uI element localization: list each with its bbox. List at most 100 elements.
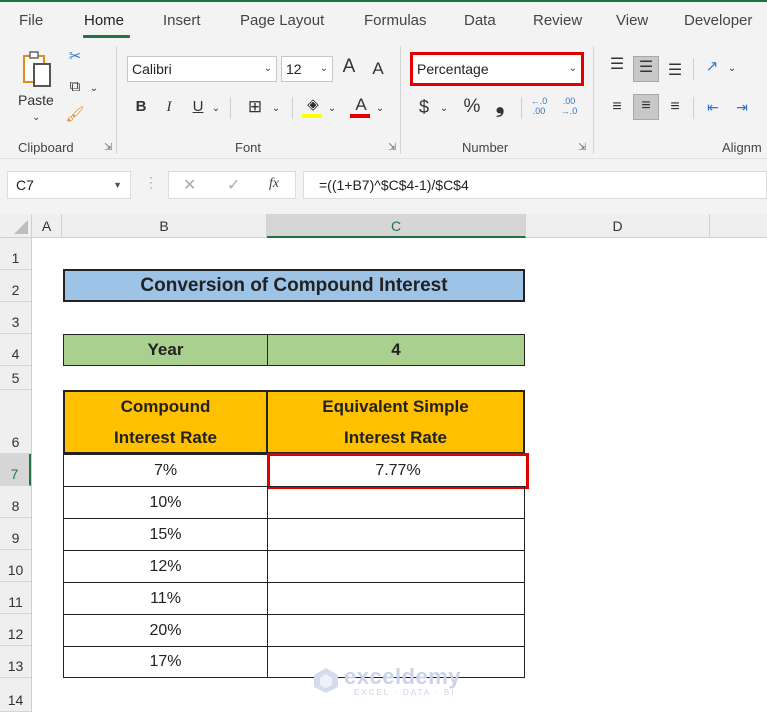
top-align-icon[interactable]: ☰ — [606, 54, 628, 76]
row-header[interactable]: 4 — [0, 334, 31, 366]
paste-button[interactable]: Paste ⌄ — [16, 48, 60, 126]
column-headers: A B C D — [0, 214, 767, 238]
header-cell-c6[interactable]: Equivalent Simple Interest Rate — [266, 390, 525, 454]
number-format-select[interactable]: Percentage ⌄ — [410, 52, 584, 86]
header-cell-b6[interactable]: Compound Interest Rate — [63, 390, 268, 454]
align-center-icon[interactable]: ≡ — [633, 94, 659, 120]
title-cell-b2[interactable]: Conversion of Compound Interest — [63, 269, 525, 302]
select-all-button[interactable] — [0, 214, 32, 238]
align-left-icon[interactable]: ≡ — [606, 96, 628, 118]
year-value-cell-c4[interactable]: 4 — [267, 334, 525, 366]
grow-font-icon[interactable]: A — [338, 56, 360, 78]
column-header-e[interactable] — [710, 214, 767, 238]
fill-color-icon[interactable]: ◈ — [302, 94, 324, 116]
currency-dropdown-icon[interactable]: ⌄ — [438, 98, 450, 120]
simple-rate-cell[interactable] — [267, 486, 525, 519]
row-header[interactable]: 1 — [0, 238, 31, 270]
tab-home[interactable]: Home — [84, 12, 124, 29]
insert-function-icon[interactable]: fx — [269, 176, 279, 192]
copy-dropdown-icon[interactable]: ⌄ — [88, 78, 100, 100]
compound-rate-cell[interactable]: 17% — [63, 646, 268, 678]
row-header[interactable]: 6 — [0, 390, 31, 454]
tab-view[interactable]: View — [616, 12, 648, 29]
orientation-icon[interactable]: ↗ — [700, 56, 724, 78]
name-box[interactable]: C7 ▼ — [7, 171, 131, 199]
font-color-dropdown-icon[interactable]: ⌄ — [374, 98, 386, 120]
currency-button[interactable]: $ — [414, 96, 434, 118]
simple-rate-cell[interactable] — [267, 582, 525, 615]
selected-cell-c7[interactable]: 7.77% — [267, 453, 529, 489]
borders-icon[interactable]: ⊞ — [244, 96, 266, 118]
decrease-indent-icon[interactable]: ⇤ — [702, 96, 724, 118]
row-header[interactable]: 14 — [0, 678, 31, 712]
clipboard-launcher-icon[interactable]: ⇲ — [104, 142, 112, 153]
row-header[interactable]: 5 — [0, 366, 31, 390]
increase-decimal-icon[interactable]: ←.0 .00 — [526, 96, 552, 116]
tab-insert[interactable]: Insert — [163, 12, 201, 29]
column-header-b[interactable]: B — [62, 214, 267, 238]
formula-input[interactable]: =((1+B7)^$C$4-1)/$C$4 — [303, 171, 767, 199]
simple-rate-cell[interactable] — [267, 614, 525, 647]
tab-file[interactable]: File — [19, 12, 43, 29]
tab-data[interactable]: Data — [464, 12, 496, 29]
compound-rate-cell[interactable]: 15% — [63, 518, 268, 551]
tab-formulas[interactable]: Formulas — [364, 12, 427, 29]
orientation-dropdown-icon[interactable]: ⌄ — [726, 58, 738, 80]
middle-align-icon[interactable]: ☰ — [633, 56, 659, 82]
cancel-icon[interactable]: ✕ — [183, 175, 196, 195]
row-header[interactable]: 2 — [0, 270, 31, 302]
simple-rate-cell[interactable] — [267, 550, 525, 583]
divider — [230, 97, 231, 119]
decrease-decimal-icon[interactable]: .00 →.0 — [556, 96, 582, 116]
name-box-dropdown-icon[interactable]: ▼ — [113, 172, 122, 198]
row-header[interactable]: 11 — [0, 582, 31, 614]
tab-page-layout[interactable]: Page Layout — [240, 12, 324, 29]
row-header-selected[interactable]: 7 — [0, 454, 31, 486]
simple-rate-cell[interactable] — [267, 518, 525, 551]
year-label-cell-b4[interactable]: Year — [63, 334, 268, 366]
formula-buttons: ✕ ✓ fx — [168, 171, 296, 199]
underline-button[interactable]: U — [188, 96, 208, 118]
cut-icon[interactable]: ✂ — [64, 46, 86, 68]
italic-button[interactable]: I — [159, 96, 179, 118]
compound-rate-cell[interactable]: 7% — [63, 454, 268, 487]
tab-review[interactable]: Review — [533, 12, 582, 29]
increase-indent-icon[interactable]: ⇥ — [731, 96, 753, 118]
watermark-tagline: EXCEL · DATA · BI — [354, 688, 456, 697]
font-launcher-icon[interactable]: ⇲ — [388, 142, 396, 153]
row-header[interactable]: 9 — [0, 518, 31, 550]
exceldemy-logo-icon — [314, 668, 338, 693]
compound-rate-cell[interactable]: 20% — [63, 614, 268, 647]
copy-icon[interactable]: ⧉ — [64, 76, 86, 98]
enter-icon[interactable]: ✓ — [227, 175, 240, 195]
header-c-line2: Interest Rate — [344, 428, 447, 447]
grip-icon[interactable]: ⋮ — [144, 174, 158, 191]
align-right-icon[interactable]: ≡ — [664, 96, 686, 118]
font-size-select[interactable]: 12 ⌄ — [281, 56, 333, 82]
paste-dropdown-icon[interactable]: ⌄ — [32, 112, 40, 123]
fill-color-dropdown-icon[interactable]: ⌄ — [326, 98, 338, 120]
bottom-align-icon[interactable]: ☰ — [664, 60, 686, 82]
row-header[interactable]: 10 — [0, 550, 31, 582]
underline-dropdown-icon[interactable]: ⌄ — [210, 98, 222, 120]
font-color-icon[interactable]: A — [350, 94, 372, 116]
column-header-a[interactable]: A — [32, 214, 62, 238]
bold-button[interactable]: B — [131, 96, 151, 118]
tab-developer[interactable]: Developer — [684, 12, 752, 29]
percent-style-button[interactable]: % — [460, 96, 484, 118]
row-header[interactable]: 3 — [0, 302, 31, 334]
shrink-font-icon[interactable]: A — [368, 58, 388, 80]
row-header[interactable]: 12 — [0, 614, 31, 646]
compound-rate-cell[interactable]: 10% — [63, 486, 268, 519]
borders-dropdown-icon[interactable]: ⌄ — [270, 98, 282, 120]
format-painter-icon[interactable]: 🖌 — [64, 104, 86, 126]
column-header-d[interactable]: D — [526, 214, 710, 238]
column-header-c[interactable]: C — [267, 214, 526, 238]
compound-rate-cell[interactable]: 11% — [63, 582, 268, 615]
number-launcher-icon[interactable]: ⇲ — [578, 142, 586, 153]
row-header[interactable]: 8 — [0, 486, 31, 518]
font-name-select[interactable]: Calibri ⌄ — [127, 56, 277, 82]
compound-rate-cell[interactable]: 12% — [63, 550, 268, 583]
comma-style-button[interactable]: ❟ — [492, 94, 508, 116]
row-header[interactable]: 13 — [0, 646, 31, 678]
